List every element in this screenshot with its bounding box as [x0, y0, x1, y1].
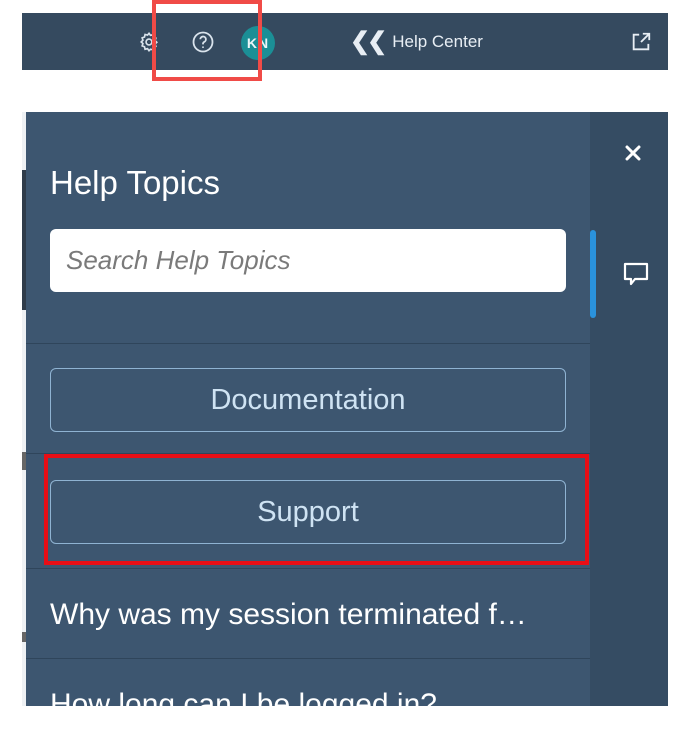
panel-title: Help Topics [50, 164, 220, 201]
chat-icon[interactable] [620, 258, 652, 290]
right-rail [590, 112, 668, 706]
topic-link-login-duration[interactable]: How long can I be logged in? [50, 688, 437, 706]
close-icon[interactable] [620, 140, 646, 166]
gear-icon[interactable] [136, 29, 162, 55]
divider [26, 658, 590, 659]
help-panel: Help Topics Documentation Support Why wa… [26, 112, 590, 706]
help-center-toggle[interactable]: ❮❮ Help Center [350, 27, 483, 57]
support-button[interactable]: Support [50, 480, 566, 544]
search-help-input[interactable] [50, 229, 566, 292]
documentation-button[interactable]: Documentation [50, 368, 566, 432]
divider [26, 453, 590, 454]
divider [26, 568, 590, 569]
shell-bar: KN ❮❮ Help Center [22, 13, 668, 70]
help-center-label: Help Center [392, 32, 483, 51]
help-icon[interactable] [190, 29, 216, 55]
chevrons-left-icon: ❮❮ [350, 28, 387, 55]
user-avatar[interactable]: KN [241, 26, 275, 60]
rail-active-indicator [590, 230, 596, 318]
topic-link-session-terminated[interactable]: Why was my session terminated f… [50, 598, 527, 632]
divider [26, 343, 590, 344]
popout-icon[interactable] [628, 29, 654, 55]
